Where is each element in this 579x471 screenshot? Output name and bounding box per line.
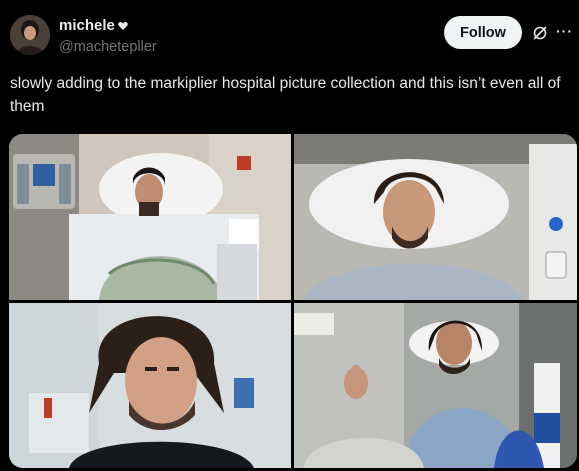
grok-icon[interactable] (532, 25, 548, 41)
user-names: michele @machetepller (59, 17, 157, 55)
display-name-row[interactable]: michele (59, 17, 157, 34)
display-name[interactable]: michele (59, 17, 115, 34)
selfie-photo-3[interactable] (9, 303, 291, 468)
user-handle[interactable]: @machetepller (59, 39, 157, 55)
media-grid[interactable] (9, 134, 577, 468)
hospital-photo-4[interactable] (294, 303, 577, 468)
follow-button[interactable]: Follow (444, 16, 522, 49)
heart-icon (118, 21, 128, 30)
hospital-photo-1[interactable] (9, 134, 291, 300)
hospital-photo-2[interactable] (294, 134, 577, 300)
more-icon[interactable]: ··· (556, 23, 573, 39)
avatar[interactable] (10, 15, 50, 55)
tweet-text: slowly adding to the markiplier hospital… (10, 75, 561, 115)
tweet-header: michele @machetepller Follow ··· (10, 13, 573, 59)
